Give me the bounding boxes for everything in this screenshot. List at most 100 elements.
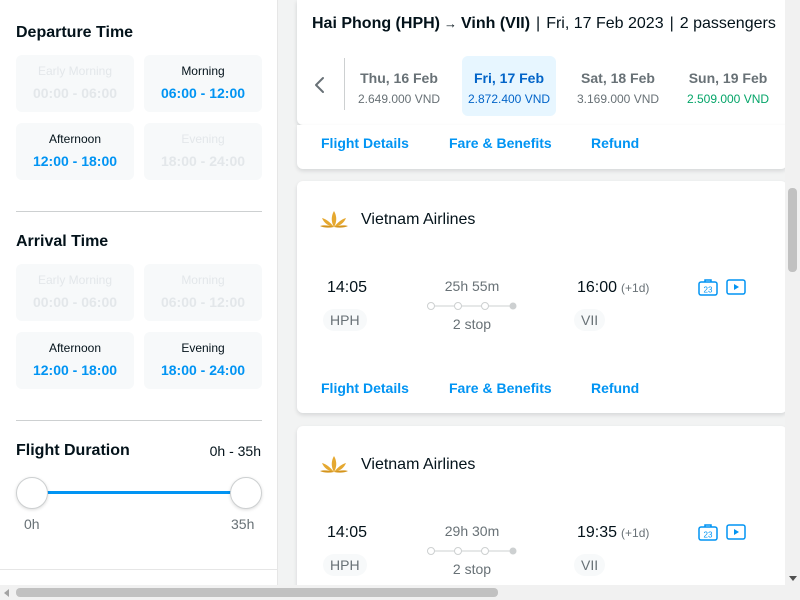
date-tab-day: Sun, 19 Feb: [688, 70, 768, 86]
airline-name: Vietnam Airlines: [361, 456, 476, 473]
slot-range: 06:00 - 12:00: [160, 85, 246, 101]
duration-slider-max-handle[interactable]: [230, 477, 262, 509]
separator: |: [536, 15, 541, 32]
flight-duration-title: Flight Duration: [16, 442, 130, 459]
arrival-early-morning-button[interactable]: Early Morning 00:00 - 06:00: [16, 264, 134, 321]
slot-label: Early Morning: [37, 64, 113, 78]
arrival-morning-button[interactable]: Morning 06:00 - 12:00: [144, 264, 262, 321]
scroll-down-arrow-icon[interactable]: [789, 576, 797, 581]
slot-range: 12:00 - 18:00: [32, 362, 118, 378]
slot-label: Afternoon: [48, 132, 102, 146]
stop-count: 2 stop: [452, 316, 492, 332]
vietnam-airlines-lotus-icon: [320, 211, 348, 228]
slot-label: Evening: [181, 132, 225, 146]
duration-slider-track[interactable]: [32, 491, 246, 494]
slot-range: 00:00 - 06:00: [32, 85, 118, 101]
date-tab-thu-16-feb[interactable]: Thu, 16 Feb 2.649.000 VND: [352, 56, 446, 116]
filter-sidebar: Departure Time Early Morning 00:00 - 06:…: [0, 0, 278, 585]
stops-timeline-icon: [427, 547, 517, 555]
departure-time: 14:05: [327, 524, 368, 541]
vietnam-airlines-lotus-icon: [320, 456, 348, 473]
departure-airport-code: HPH: [323, 309, 367, 331]
slot-range: 06:00 - 12:00: [160, 294, 246, 310]
flight-card[interactable]: Vietnam Airlines 14:05 HPH 25h 55m 2 sto…: [297, 181, 787, 413]
flight-duration: 25h 55m: [444, 278, 500, 294]
slot-label: Afternoon: [48, 341, 102, 355]
entertainment-icon: [726, 279, 746, 295]
previous-flight-card-footer: Flight Details Fare & Benefits Refund: [297, 125, 787, 169]
duration-max-label: 35h: [231, 516, 255, 532]
slot-label: Morning: [181, 64, 225, 78]
stop-count: 2 stop: [452, 561, 492, 577]
flight-details-link[interactable]: Flight Details: [321, 135, 409, 151]
refund-link[interactable]: Refund: [591, 135, 639, 151]
departure-morning-button[interactable]: Morning 06:00 - 12:00: [144, 55, 262, 112]
baggage-allowance-value: 23: [704, 286, 713, 295]
fare-benefits-link[interactable]: Fare & Benefits: [449, 380, 552, 396]
departure-evening-button[interactable]: Evening 18:00 - 24:00: [144, 123, 262, 180]
horizontal-scrollbar[interactable]: [0, 585, 800, 600]
departure-early-morning-button[interactable]: Early Morning 00:00 - 06:00: [16, 55, 134, 112]
baggage-icon: 23: [698, 524, 718, 541]
date-tab-day: Sat, 18 Feb: [581, 70, 655, 86]
slot-label: Morning: [181, 273, 225, 287]
stops-timeline-icon: [427, 302, 517, 310]
date-tab-sun-19-feb[interactable]: Sun, 19 Feb 2.509.000 VND: [681, 56, 775, 116]
day-offset: (+1d): [621, 281, 650, 295]
vertical-scrollbar-thumb[interactable]: [788, 188, 797, 272]
search-summary-header: Hai Phong (HPH) → Vinh (VII) | Fri, 17 Feb 2…: [297, 0, 800, 125]
refund-link[interactable]: Refund: [591, 380, 639, 396]
divider: [344, 58, 345, 110]
arrival-afternoon-button[interactable]: Afternoon 12:00 - 18:00: [16, 332, 134, 389]
flight-card[interactable]: Vietnam Airlines 14:05 HPH 29h 30m 2 sto…: [297, 426, 787, 600]
departure-time: 14:05: [327, 279, 368, 296]
divider: [16, 211, 262, 212]
separator: |: [669, 15, 674, 32]
date-tab-day: Fri, 17 Feb: [473, 70, 545, 86]
route-arrow-icon: →: [444, 16, 457, 31]
date-tab-price: 3.169.000 VND: [576, 92, 660, 106]
divider: [16, 420, 262, 421]
arrival-evening-button[interactable]: Evening 18:00 - 24:00: [144, 332, 262, 389]
destination: Vinh (VII): [461, 15, 531, 32]
date-tab-price: 2.509.000 VND: [686, 92, 770, 106]
arrival-time-title: Arrival Time: [16, 233, 109, 250]
slot-range: 12:00 - 18:00: [32, 153, 118, 169]
travel-date: Fri, 17 Feb 2023: [546, 15, 664, 32]
duration-min-label: 0h: [24, 516, 40, 532]
airline-name: Vietnam Airlines: [361, 211, 476, 228]
date-tab-day: Thu, 16 Feb: [360, 70, 438, 86]
slot-range: 18:00 - 24:00: [160, 153, 246, 169]
departure-time-title: Departure Time: [16, 24, 134, 41]
passenger-count: 2 passengers: [679, 15, 776, 32]
route-summary: Hai Phong (HPH) → Vinh (VII) | Fri, 17 Feb 2…: [312, 15, 776, 33]
duration-slider-min-handle[interactable]: [16, 477, 48, 509]
chevron-left-icon[interactable]: [305, 70, 335, 100]
departure-airport-code: HPH: [323, 554, 367, 576]
day-offset: (+1d): [621, 526, 650, 540]
entertainment-icon: [726, 524, 746, 540]
baggage-allowance-value: 23: [704, 531, 713, 540]
date-tab-fri-17-feb[interactable]: Fri, 17 Feb 2.872.400 VND: [462, 56, 556, 116]
date-tab-price: 2.649.000 VND: [357, 92, 441, 106]
arrival-airport-code: VII: [574, 309, 606, 331]
date-tab-sat-18-feb[interactable]: Sat, 18 Feb 3.169.000 VND: [571, 56, 665, 116]
slot-range: 00:00 - 06:00: [32, 294, 118, 310]
departure-afternoon-button[interactable]: Afternoon 12:00 - 18:00: [16, 123, 134, 180]
baggage-icon: 23: [698, 279, 718, 296]
arrival-time: 16:00 (+1d): [577, 279, 649, 297]
slot-label: Evening: [181, 341, 225, 355]
vertical-scrollbar[interactable]: [785, 0, 800, 585]
arrival-time-value: 16:00: [577, 279, 618, 296]
arrival-airport-code: VII: [574, 554, 606, 576]
scroll-left-arrow-icon[interactable]: [4, 589, 9, 597]
slot-label: Early Morning: [37, 273, 113, 287]
slot-range: 18:00 - 24:00: [160, 362, 246, 378]
date-tab-price: 2.872.400 VND: [467, 92, 551, 106]
horizontal-scrollbar-thumb[interactable]: [16, 588, 498, 597]
fare-benefits-link[interactable]: Fare & Benefits: [449, 135, 552, 151]
flight-duration: 29h 30m: [444, 523, 500, 539]
duration-range-value: 0h - 35h: [209, 443, 261, 459]
arrival-time: 19:35 (+1d): [577, 524, 649, 542]
flight-details-link[interactable]: Flight Details: [321, 380, 409, 396]
